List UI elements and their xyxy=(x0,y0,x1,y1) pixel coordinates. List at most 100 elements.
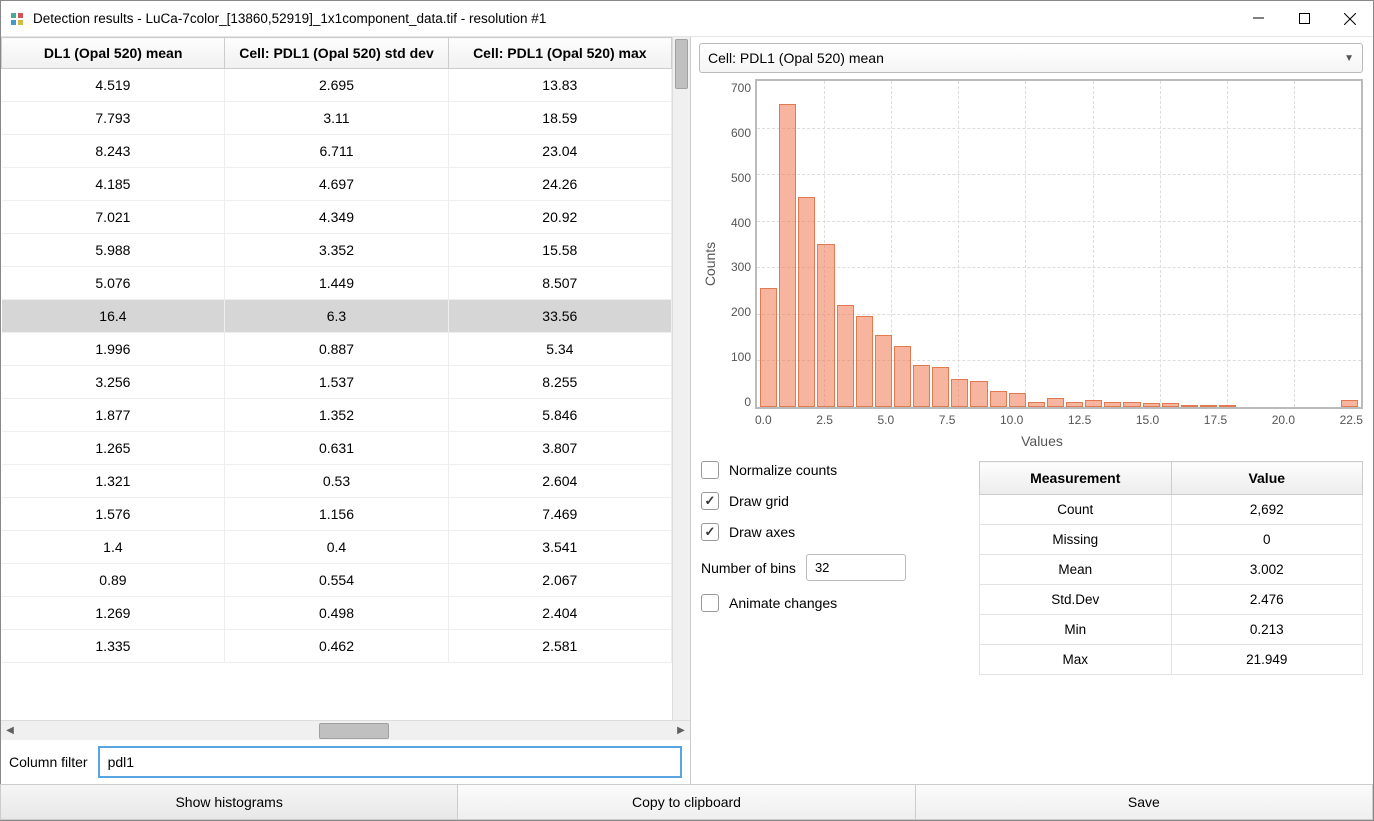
save-button[interactable]: Save xyxy=(915,784,1373,820)
table-cell: 3.541 xyxy=(448,531,671,564)
histogram-bar xyxy=(856,316,873,407)
table-cell: 1.4 xyxy=(2,531,225,564)
draw-axes-label: Draw axes xyxy=(729,524,795,540)
table-row[interactable]: 5.9883.35215.58 xyxy=(2,234,672,267)
close-button[interactable] xyxy=(1327,1,1373,36)
histogram-bar xyxy=(1219,405,1236,407)
chart-xticks: 0.02.55.07.510.012.515.017.520.022.5 xyxy=(755,409,1363,427)
content: DL1 (Opal 520) meanCell: PDL1 (Opal 520)… xyxy=(1,37,1373,784)
histogram-chart: Counts 7006005004003002001000 0.02.55.07… xyxy=(699,79,1363,449)
table-cell: 3.352 xyxy=(225,234,448,267)
histogram-bar xyxy=(951,379,968,407)
table-row[interactable]: 4.5192.69513.83 xyxy=(2,69,672,102)
table-cell: 1.352 xyxy=(225,399,448,432)
data-table: DL1 (Opal 520) meanCell: PDL1 (Opal 520)… xyxy=(1,37,672,663)
table-wrap: DL1 (Opal 520) meanCell: PDL1 (Opal 520)… xyxy=(1,37,690,720)
histogram-bar xyxy=(1028,402,1045,407)
table-cell: 0.462 xyxy=(225,630,448,663)
table-cell: 16.4 xyxy=(2,300,225,333)
table-cell: 1.269 xyxy=(2,597,225,630)
animate-changes-label: Animate changes xyxy=(729,595,837,611)
stats-row: Min0.213 xyxy=(980,615,1363,645)
table-cell: 2.604 xyxy=(448,465,671,498)
horizontal-scrollbar[interactable]: ◀▶ xyxy=(1,720,690,740)
table-cell: 1.449 xyxy=(225,267,448,300)
show-histograms-button[interactable]: Show histograms xyxy=(0,784,458,820)
column-header[interactable]: Cell: PDL1 (Opal 520) std dev xyxy=(225,38,448,69)
table-row[interactable]: 1.40.43.541 xyxy=(2,531,672,564)
table-cell: 0.631 xyxy=(225,432,448,465)
table-cell: 23.04 xyxy=(448,135,671,168)
bins-input[interactable] xyxy=(806,554,906,581)
table-cell: 1.335 xyxy=(2,630,225,663)
table-row[interactable]: 1.9960.8875.34 xyxy=(2,333,672,366)
table-row[interactable]: 3.2561.5378.255 xyxy=(2,366,672,399)
minimize-button[interactable] xyxy=(1235,1,1281,36)
stats-row: Max21.949 xyxy=(980,645,1363,675)
histogram-bar xyxy=(1047,398,1064,407)
table-row[interactable]: 1.3210.532.604 xyxy=(2,465,672,498)
table-row[interactable]: 1.5761.1567.469 xyxy=(2,498,672,531)
table-row[interactable]: 7.7933.1118.59 xyxy=(2,102,672,135)
table-cell: 5.34 xyxy=(448,333,671,366)
table-cell: 1.537 xyxy=(225,366,448,399)
draw-grid-checkbox[interactable] xyxy=(701,492,719,510)
stats-row: Count2,692 xyxy=(980,495,1363,525)
window: Detection results - LuCa-7color_[13860,5… xyxy=(0,0,1374,821)
table-cell: 1.321 xyxy=(2,465,225,498)
histogram-bar xyxy=(970,381,987,407)
table-row[interactable]: 16.46.333.56 xyxy=(2,300,672,333)
histogram-bar xyxy=(990,391,1007,407)
animate-changes-checkbox[interactable] xyxy=(701,594,719,612)
copy-to-clipboard-button[interactable]: Copy to clipboard xyxy=(457,784,915,820)
table-cell: 3.807 xyxy=(448,432,671,465)
window-buttons xyxy=(1235,1,1373,36)
chart-xlabel: Values xyxy=(721,433,1363,449)
table-row[interactable]: 4.1854.69724.26 xyxy=(2,168,672,201)
table-row[interactable]: 1.3350.4622.581 xyxy=(2,630,672,663)
table-row[interactable]: 1.8771.3525.846 xyxy=(2,399,672,432)
table-cell: 4.519 xyxy=(2,69,225,102)
table-cell: 3.256 xyxy=(2,366,225,399)
histogram-bar xyxy=(1143,403,1160,407)
chart-yticks: 7006005004003002001000 xyxy=(721,79,755,409)
window-title: Detection results - LuCa-7color_[13860,5… xyxy=(33,11,1235,26)
histogram-bar xyxy=(932,367,949,407)
vertical-scrollbar[interactable] xyxy=(672,37,690,720)
app-icon xyxy=(9,11,25,27)
table-cell: 2.581 xyxy=(448,630,671,663)
histogram-bar xyxy=(1162,403,1179,407)
stats-row: Std.Dev2.476 xyxy=(980,585,1363,615)
draw-axes-checkbox[interactable] xyxy=(701,523,719,541)
column-filter-input[interactable] xyxy=(98,746,682,778)
histogram-bar xyxy=(1104,402,1121,407)
table-cell: 2.067 xyxy=(448,564,671,597)
histogram-bar xyxy=(1085,400,1102,407)
table-cell: 0.498 xyxy=(225,597,448,630)
column-header[interactable]: Cell: PDL1 (Opal 520) max xyxy=(448,38,671,69)
maximize-button[interactable] xyxy=(1281,1,1327,36)
table-row[interactable]: 5.0761.4498.507 xyxy=(2,267,672,300)
table-cell: 3.11 xyxy=(225,102,448,135)
histogram-bar xyxy=(1066,402,1083,407)
table-row[interactable]: 0.890.5542.067 xyxy=(2,564,672,597)
table-cell: 20.92 xyxy=(448,201,671,234)
table-cell: 1.156 xyxy=(225,498,448,531)
right-panel: Cell: PDL1 (Opal 520) mean ▼ Counts 7006… xyxy=(691,37,1373,784)
normalize-counts-label: Normalize counts xyxy=(729,462,837,478)
table-row[interactable]: 8.2436.71123.04 xyxy=(2,135,672,168)
table-row[interactable]: 1.2690.4982.404 xyxy=(2,597,672,630)
chevron-down-icon: ▼ xyxy=(1344,53,1354,64)
table-cell: 6.711 xyxy=(225,135,448,168)
normalize-counts-checkbox[interactable] xyxy=(701,461,719,479)
draw-grid-label: Draw grid xyxy=(729,493,789,509)
histogram-bar xyxy=(817,244,834,407)
table-cell: 0.53 xyxy=(225,465,448,498)
table-cell: 4.697 xyxy=(225,168,448,201)
measurement-select[interactable]: Cell: PDL1 (Opal 520) mean ▼ xyxy=(699,43,1363,73)
column-header[interactable]: DL1 (Opal 520) mean xyxy=(2,38,225,69)
table-cell: 15.58 xyxy=(448,234,671,267)
table-row[interactable]: 1.2650.6313.807 xyxy=(2,432,672,465)
table-cell: 0.554 xyxy=(225,564,448,597)
table-row[interactable]: 7.0214.34920.92 xyxy=(2,201,672,234)
